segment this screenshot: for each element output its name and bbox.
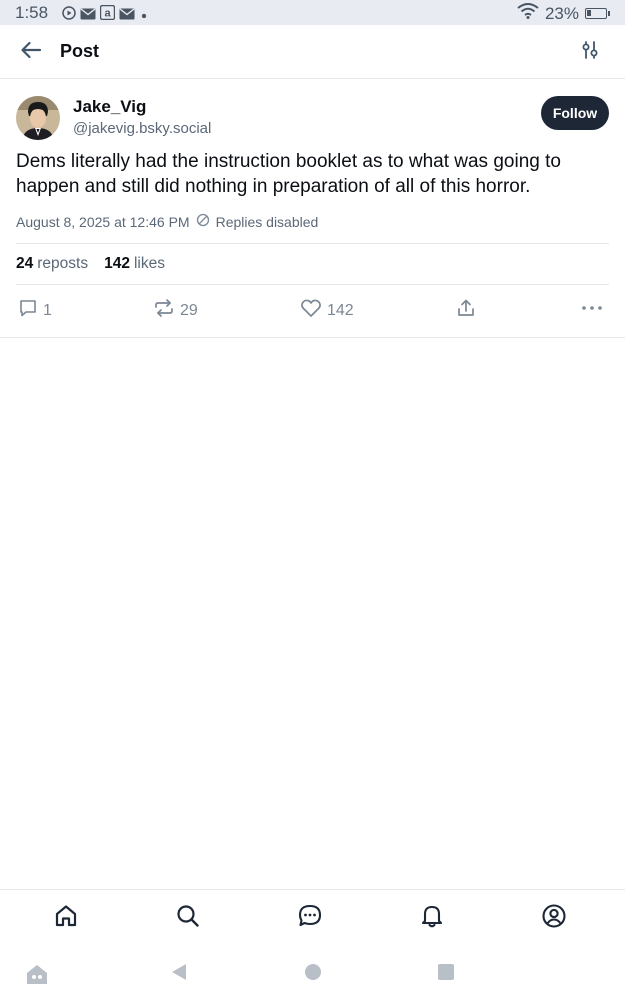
author-display-name[interactable]: Jake_Vig [73, 97, 146, 117]
like-button[interactable]: 142 [300, 298, 354, 323]
profile-icon [541, 903, 567, 934]
reply-count: 1 [43, 301, 52, 319]
top-bar: Post [0, 25, 625, 79]
notification-icons: a [62, 4, 149, 25]
divider [16, 243, 609, 244]
system-recents-button[interactable] [437, 963, 455, 986]
avatar[interactable] [16, 96, 60, 140]
repost-icon [153, 298, 175, 323]
system-nav-bar [0, 945, 625, 1000]
circle-home-icon [304, 963, 322, 986]
nav-notifications[interactable] [418, 904, 446, 932]
reposts-label: reposts [37, 255, 89, 272]
battery-icon [585, 8, 610, 19]
search-icon [175, 903, 201, 934]
share-icon [456, 298, 476, 323]
more-options-button[interactable] [580, 298, 604, 323]
nav-search[interactable] [174, 904, 202, 932]
replies-disabled-icon [196, 213, 210, 230]
status-bar: 1:58 a 23% [0, 0, 625, 25]
amazon-icon: a [99, 4, 116, 25]
likes-label: likes [133, 255, 165, 272]
author-handle[interactable]: @jakevig.bsky.social [73, 120, 211, 137]
wifi-icon [517, 3, 539, 24]
share-button[interactable] [456, 298, 476, 323]
battery-text: 23% [544, 3, 579, 23]
repost-count: 29 [180, 301, 198, 319]
like-count: 142 [327, 301, 354, 319]
likes-count: 142 [104, 255, 130, 272]
home-assistant-icon [25, 963, 49, 990]
divider [0, 337, 625, 338]
system-back-button[interactable] [171, 963, 187, 986]
arrow-left-icon [20, 41, 42, 64]
reply-button[interactable]: 1 [18, 298, 52, 323]
dot-icon [139, 5, 149, 25]
assistant-button[interactable] [25, 963, 49, 990]
home-icon [53, 903, 79, 934]
square-recents-icon [437, 963, 455, 986]
status-right: 23% [517, 3, 610, 24]
play-circle-icon [62, 5, 76, 25]
system-home-button[interactable] [304, 963, 322, 986]
status-time: 1:58 [15, 3, 49, 22]
battery-fill [587, 10, 591, 16]
nav-profile[interactable] [540, 903, 568, 934]
engagement-counts: 24 reposts 142 likes [16, 255, 165, 273]
post-actions: 1 29 142 [0, 298, 625, 324]
comment-icon [18, 298, 38, 323]
more-horizontal-icon [580, 298, 604, 323]
repost-button[interactable]: 29 [153, 298, 198, 323]
reposts-count: 24 [16, 255, 34, 272]
post-timestamp: August 8, 2025 at 12:46 PM [16, 213, 190, 230]
post-meta: August 8, 2025 at 12:46 PM Replies disab… [16, 213, 318, 230]
bell-icon [419, 903, 445, 934]
sliders-icon [580, 40, 600, 65]
bottom-nav [0, 889, 625, 945]
triangle-back-icon [171, 963, 187, 986]
post-text: Dems literally had the instruction bookl… [16, 151, 561, 197]
page-title: Post [60, 41, 100, 61]
mail-icon [119, 5, 135, 25]
nav-home[interactable] [52, 904, 80, 932]
back-button[interactable] [16, 38, 46, 66]
replies-status: Replies disabled [215, 213, 319, 230]
svg-text:a: a [104, 8, 111, 20]
likes-count-link[interactable]: 142 likes [104, 255, 165, 273]
divider [16, 284, 609, 285]
mail-icon [80, 5, 96, 25]
follow-button[interactable]: Follow [541, 96, 609, 130]
heart-icon [300, 298, 322, 323]
nav-chat[interactable] [296, 904, 324, 932]
reposts-count-link[interactable]: 24 reposts [16, 255, 88, 273]
chat-icon [297, 903, 323, 934]
thread-settings-button[interactable] [577, 39, 603, 65]
